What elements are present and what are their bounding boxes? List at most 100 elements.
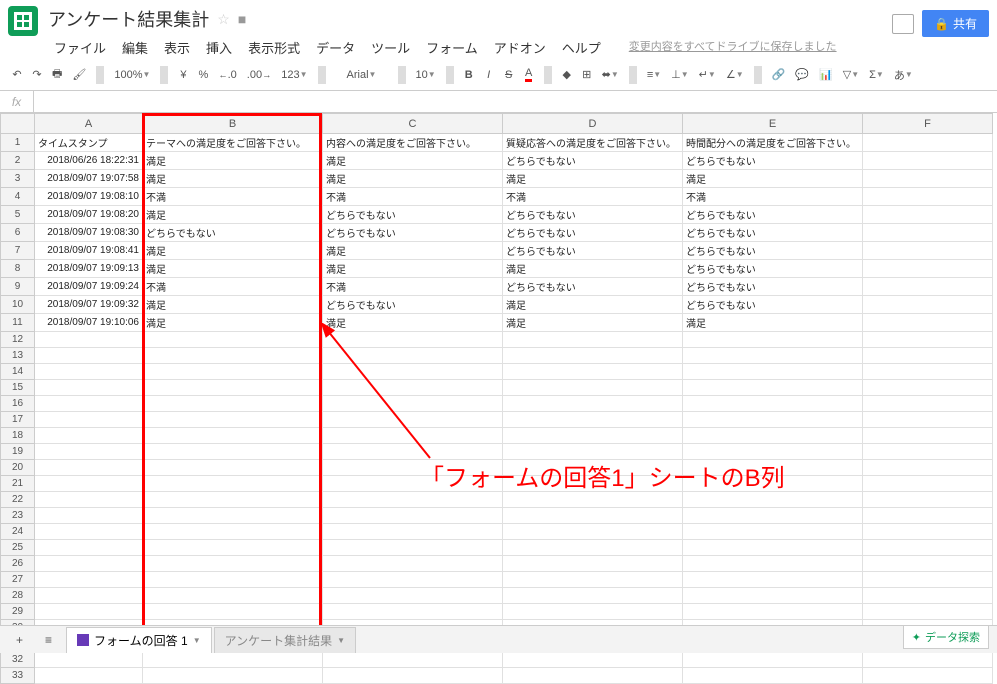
cell[interactable] — [863, 348, 993, 364]
cell[interactable] — [863, 668, 993, 684]
row-header[interactable]: 3 — [1, 170, 35, 188]
menu-表示形式[interactable]: 表示形式 — [242, 36, 306, 59]
cell[interactable] — [35, 492, 143, 508]
cell[interactable] — [35, 412, 143, 428]
row-header[interactable]: 13 — [1, 348, 35, 364]
row-header[interactable]: 12 — [1, 332, 35, 348]
row-header[interactable]: 11 — [1, 314, 35, 332]
borders-btn[interactable]: ⊞ — [578, 65, 596, 84]
cell[interactable]: どちらでもない — [323, 206, 503, 224]
col-header-A[interactable]: A — [35, 114, 143, 134]
cell[interactable]: どちらでもない — [503, 206, 683, 224]
col-header-E[interactable]: E — [683, 114, 863, 134]
fill-color-btn[interactable]: ◆ — [558, 65, 576, 84]
row-header[interactable]: 23 — [1, 508, 35, 524]
cell[interactable] — [143, 460, 323, 476]
bold-btn[interactable]: B — [460, 66, 478, 84]
menu-編集[interactable]: 編集 — [116, 36, 154, 59]
cell[interactable] — [863, 556, 993, 572]
cell[interactable]: どちらでもない — [503, 152, 683, 170]
paint-format-icon[interactable]: 🖌 — [68, 65, 90, 84]
cell[interactable]: 不満 — [683, 188, 863, 206]
menu-表示[interactable]: 表示 — [158, 36, 196, 59]
cell[interactable]: 2018/09/07 19:08:10 — [35, 188, 143, 206]
cell[interactable]: 満足 — [323, 152, 503, 170]
cell[interactable] — [683, 396, 863, 412]
row-header[interactable]: 7 — [1, 242, 35, 260]
row-header[interactable]: 8 — [1, 260, 35, 278]
rotate-btn[interactable]: ∠ ▼ — [722, 65, 748, 84]
row-header[interactable]: 4 — [1, 188, 35, 206]
cell[interactable]: 満足 — [683, 314, 863, 332]
cell[interactable] — [503, 332, 683, 348]
row-header[interactable]: 25 — [1, 540, 35, 556]
cell[interactable] — [35, 556, 143, 572]
cell[interactable] — [863, 296, 993, 314]
cell[interactable] — [143, 476, 323, 492]
redo-icon[interactable]: ↷ — [28, 65, 46, 84]
cell[interactable] — [35, 348, 143, 364]
valign-btn[interactable]: ⊥ ▼ — [667, 65, 693, 84]
cell[interactable] — [503, 524, 683, 540]
cell[interactable] — [863, 224, 993, 242]
cell[interactable]: どちらでもない — [503, 278, 683, 296]
cell[interactable]: 時間配分への満足度をご回答下さい。 — [683, 134, 863, 152]
cell[interactable] — [35, 652, 143, 668]
cell[interactable] — [863, 332, 993, 348]
cell[interactable] — [503, 364, 683, 380]
cell[interactable] — [683, 524, 863, 540]
row-header[interactable]: 2 — [1, 152, 35, 170]
row-header[interactable]: 27 — [1, 572, 35, 588]
zoom-select[interactable]: 100% ▼ — [110, 66, 154, 84]
row-header[interactable]: 29 — [1, 604, 35, 620]
cell[interactable]: 2018/09/07 19:09:32 — [35, 296, 143, 314]
cell[interactable]: 2018/09/07 19:08:41 — [35, 242, 143, 260]
cell[interactable]: タイムスタンプ — [35, 134, 143, 152]
comment-btn[interactable]: 💬 — [791, 65, 813, 84]
cell[interactable]: 満足 — [323, 314, 503, 332]
cell[interactable]: 2018/09/07 19:10:06 — [35, 314, 143, 332]
cell[interactable] — [323, 588, 503, 604]
cell[interactable]: 満足 — [503, 170, 683, 188]
cell[interactable] — [323, 524, 503, 540]
cell[interactable] — [35, 572, 143, 588]
cell[interactable] — [143, 588, 323, 604]
sheets-logo[interactable] — [8, 6, 38, 36]
dec-decrease-btn[interactable]: ←.0 — [214, 66, 240, 84]
row-header[interactable]: 17 — [1, 412, 35, 428]
cell[interactable] — [863, 314, 993, 332]
cell[interactable] — [863, 444, 993, 460]
cell[interactable]: 満足 — [683, 170, 863, 188]
cell[interactable] — [143, 652, 323, 668]
cell[interactable] — [503, 396, 683, 412]
cell[interactable] — [683, 364, 863, 380]
functions-btn[interactable]: Σ ▼ — [865, 66, 888, 84]
cell[interactable] — [323, 348, 503, 364]
cell[interactable] — [35, 460, 143, 476]
cell[interactable] — [35, 668, 143, 684]
cell[interactable] — [863, 206, 993, 224]
doc-title[interactable]: アンケート結果集計 — [48, 6, 209, 32]
cell[interactable]: 満足 — [143, 260, 323, 278]
cell[interactable] — [683, 652, 863, 668]
cell[interactable] — [35, 444, 143, 460]
cell[interactable]: どちらでもない — [683, 224, 863, 242]
row-header[interactable]: 5 — [1, 206, 35, 224]
cell[interactable] — [143, 380, 323, 396]
col-header-C[interactable]: C — [323, 114, 503, 134]
menu-ファイル[interactable]: ファイル — [48, 36, 112, 59]
link-btn[interactable]: 🔗 — [768, 65, 790, 84]
cell[interactable]: 不満 — [503, 188, 683, 206]
cell[interactable]: 満足 — [503, 296, 683, 314]
cell[interactable]: 満足 — [503, 260, 683, 278]
cell[interactable]: 満足 — [143, 296, 323, 314]
cell[interactable] — [863, 152, 993, 170]
cell[interactable] — [143, 492, 323, 508]
cell[interactable] — [35, 332, 143, 348]
row-header[interactable]: 21 — [1, 476, 35, 492]
cell[interactable]: どちらでもない — [683, 152, 863, 170]
cell[interactable] — [503, 428, 683, 444]
cell[interactable] — [683, 412, 863, 428]
cell[interactable] — [143, 508, 323, 524]
row-header[interactable]: 24 — [1, 524, 35, 540]
